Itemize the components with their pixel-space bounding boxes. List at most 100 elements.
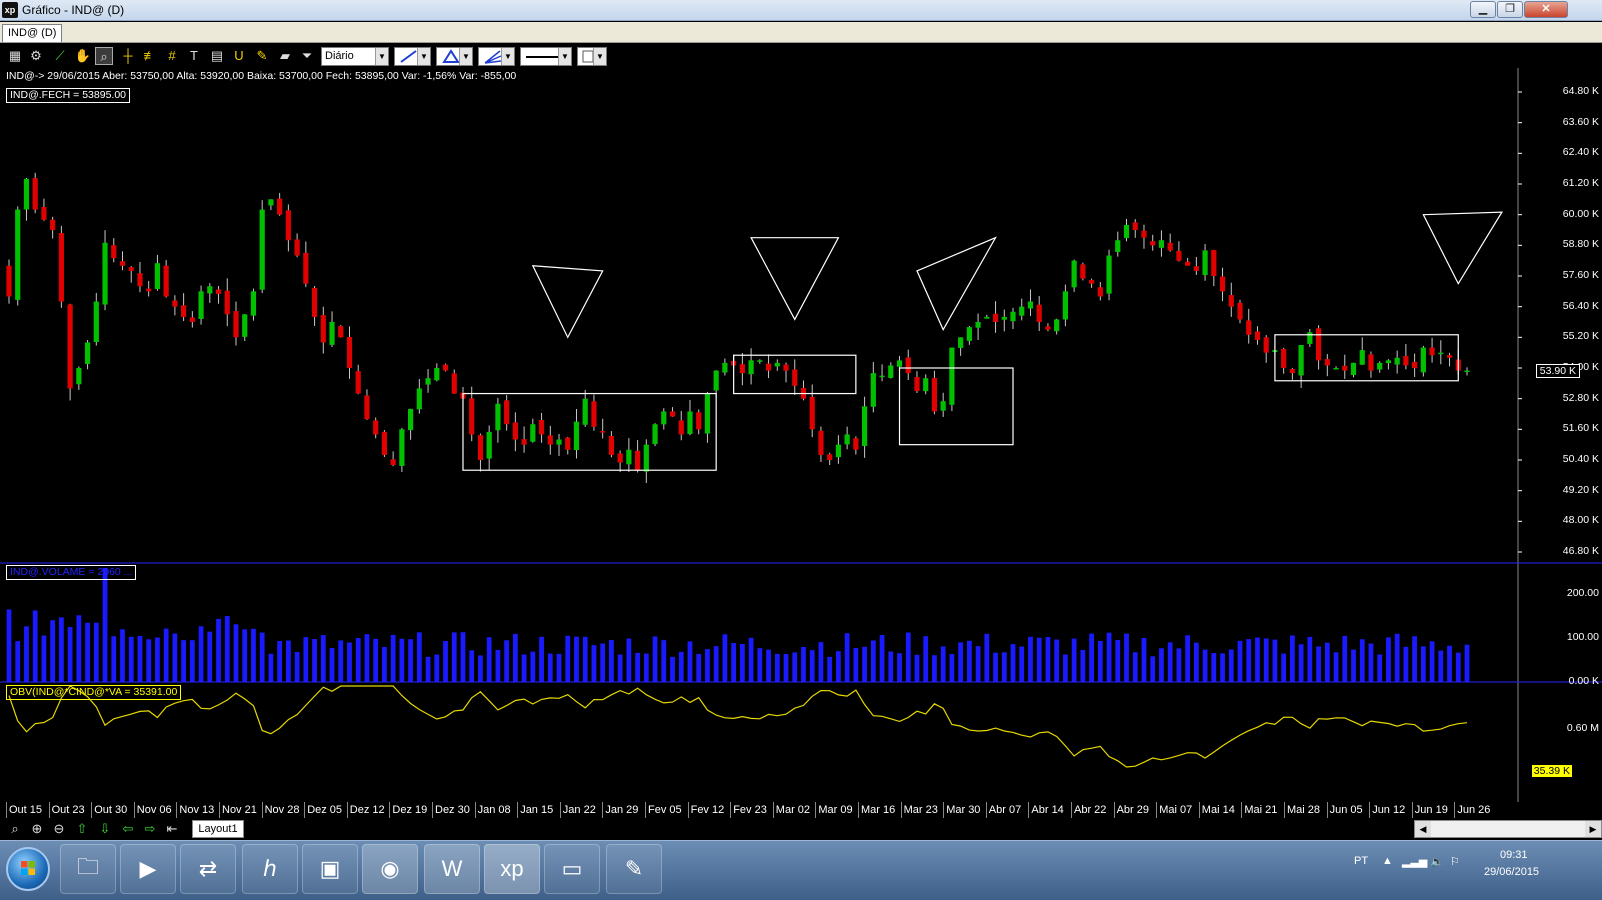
paint-app-icon[interactable]: ✎: [606, 844, 662, 894]
volume-bar: [705, 649, 710, 682]
hlines-icon[interactable]: ≢: [141, 47, 159, 65]
candle-body: [827, 454, 833, 460]
line-width-select[interactable]: ▼: [520, 47, 572, 66]
fibonacci-icon[interactable]: ✎: [253, 47, 271, 65]
candle-body: [390, 459, 396, 466]
date-tick: Mar 23: [903, 804, 938, 816]
explorer-icon[interactable]: 🗀: [60, 844, 116, 894]
grid-icon[interactable]: #: [163, 47, 181, 65]
hp-icon[interactable]: ℎ: [242, 844, 298, 894]
zoom-in-icon[interactable]: ⊕: [28, 821, 46, 837]
candle-body: [6, 265, 12, 297]
word-icon[interactable]: W: [424, 844, 480, 894]
candle-body: [1307, 332, 1313, 344]
triangle-drawing: [916, 236, 997, 331]
tray-expand-icon[interactable]: ▲: [1382, 855, 1393, 867]
minimize-button[interactable]: ▁: [1470, 1, 1496, 18]
windows-taskbar: 🗀 ▶ ⇄ ℎ ▣ ◉ W xp ▭ ✎ PT ▲ ▂▃▅ 🔈 ⚐ 09:31 …: [0, 840, 1602, 900]
period-select[interactable]: Diário ▼: [321, 47, 389, 66]
candle-body: [512, 422, 518, 440]
candle-body: [189, 317, 195, 322]
horizontal-scrollbar[interactable]: ◀ ▶: [1414, 820, 1602, 838]
close-button[interactable]: ✕: [1524, 1, 1568, 18]
scroll-left-icon[interactable]: ◀: [1415, 821, 1431, 837]
arrow-right-icon[interactable]: ⇨: [141, 821, 159, 837]
chrome-icon[interactable]: ◉: [362, 844, 418, 894]
arrow-down-icon[interactable]: ⇩: [96, 821, 114, 837]
photos-icon[interactable]: ▭: [544, 844, 600, 894]
arrow-end-icon[interactable]: ⇤: [163, 821, 181, 837]
candle-body: [23, 178, 30, 210]
volume-bar: [50, 620, 56, 682]
hand-icon[interactable]: ✋: [74, 47, 92, 65]
calculator-icon[interactable]: ▤: [208, 47, 226, 65]
candle-body: [687, 411, 693, 434]
volume-bar: [975, 646, 981, 682]
date-separator: [1411, 802, 1413, 818]
xp-icon[interactable]: xp: [484, 844, 540, 894]
maximize-button[interactable]: ❐: [1497, 1, 1523, 18]
volume-bar: [329, 648, 335, 682]
candle-body: [582, 398, 588, 425]
candle-body: [949, 347, 955, 405]
candle-body: [268, 199, 274, 206]
volume-bar: [1150, 656, 1156, 682]
media-player-icon[interactable]: ▶: [120, 844, 176, 894]
price-legend[interactable]: IND@.FECH = 53895.00: [6, 88, 131, 103]
date-tick: Dez 19: [392, 804, 428, 816]
filter-icon[interactable]: ⏷: [298, 47, 316, 65]
volume-legend[interactable]: IND@.VOLAME = 2060 ...: [6, 565, 137, 580]
tab-ind[interactable]: IND@ (D): [2, 24, 63, 42]
volume-bar: [425, 656, 431, 682]
obv-legend[interactable]: OBV(IND@*CIND@*VA = 35391.00: [6, 685, 182, 700]
text-icon[interactable]: T: [185, 47, 203, 65]
start-button[interactable]: [6, 847, 50, 891]
shape-select[interactable]: ▼: [436, 47, 473, 66]
candle-body: [146, 288, 152, 292]
volume-bar: [888, 651, 894, 682]
volume-bar: [1193, 642, 1199, 682]
network-icon[interactable]: ⇄: [180, 844, 236, 894]
arrow-left-icon[interactable]: ⇦: [119, 821, 137, 837]
volume-bar: [512, 633, 518, 682]
volume-bar: [242, 629, 248, 682]
crosshair-icon[interactable]: ┼: [119, 47, 137, 65]
zoom-out-icon[interactable]: ⊖: [50, 821, 68, 837]
compress-icon[interactable]: ▣: [302, 844, 358, 894]
clock-date[interactable]: 29/06/2015: [1484, 866, 1539, 878]
candle-body: [1141, 230, 1147, 238]
arrow-up-icon[interactable]: ⇧: [73, 821, 91, 837]
candle-body: [696, 412, 702, 430]
color-select[interactable]: ▼: [577, 47, 607, 66]
zoom-fit-icon[interactable]: ⌕: [6, 821, 24, 837]
line-tool-icon[interactable]: ⟋: [51, 47, 69, 65]
clock-time[interactable]: 09:31: [1500, 849, 1528, 861]
volume-bar: [565, 635, 571, 682]
line-style-select[interactable]: ▼: [394, 47, 431, 66]
zoom-icon[interactable]: ⌕: [95, 47, 113, 65]
xp-app-icon[interactable]: xp: [2, 2, 18, 18]
scroll-right-icon[interactable]: ▶: [1585, 821, 1601, 837]
volume-bar: [1255, 637, 1260, 682]
paint-icon[interactable]: ▰: [276, 47, 294, 65]
chart-icon[interactable]: ▦: [6, 47, 24, 65]
candle-body: [1412, 362, 1418, 368]
signal-icon[interactable]: ▂▃▅: [1402, 855, 1427, 868]
volume-bar: [120, 629, 125, 682]
language-indicator[interactable]: PT: [1354, 855, 1368, 867]
candle-body: [600, 431, 606, 433]
action-center-icon[interactable]: ⚐: [1450, 855, 1460, 868]
volume-icon[interactable]: 🔈: [1430, 855, 1444, 868]
volume-bar: [1019, 646, 1025, 682]
candle-body: [1123, 224, 1130, 239]
magnet-icon[interactable]: U: [230, 47, 248, 65]
volume-bar: [818, 642, 824, 682]
volume-bar: [1359, 639, 1365, 682]
fan-select[interactable]: ▼: [478, 47, 515, 66]
candle-body: [329, 322, 335, 345]
chart-tab-bar: IND@ (D): [0, 22, 1602, 43]
gear-icon[interactable]: ⚙: [27, 47, 45, 65]
volume-bar: [600, 643, 606, 682]
chart-canvas[interactable]: [0, 68, 1602, 802]
tab-layout1[interactable]: Layout1: [192, 820, 244, 838]
